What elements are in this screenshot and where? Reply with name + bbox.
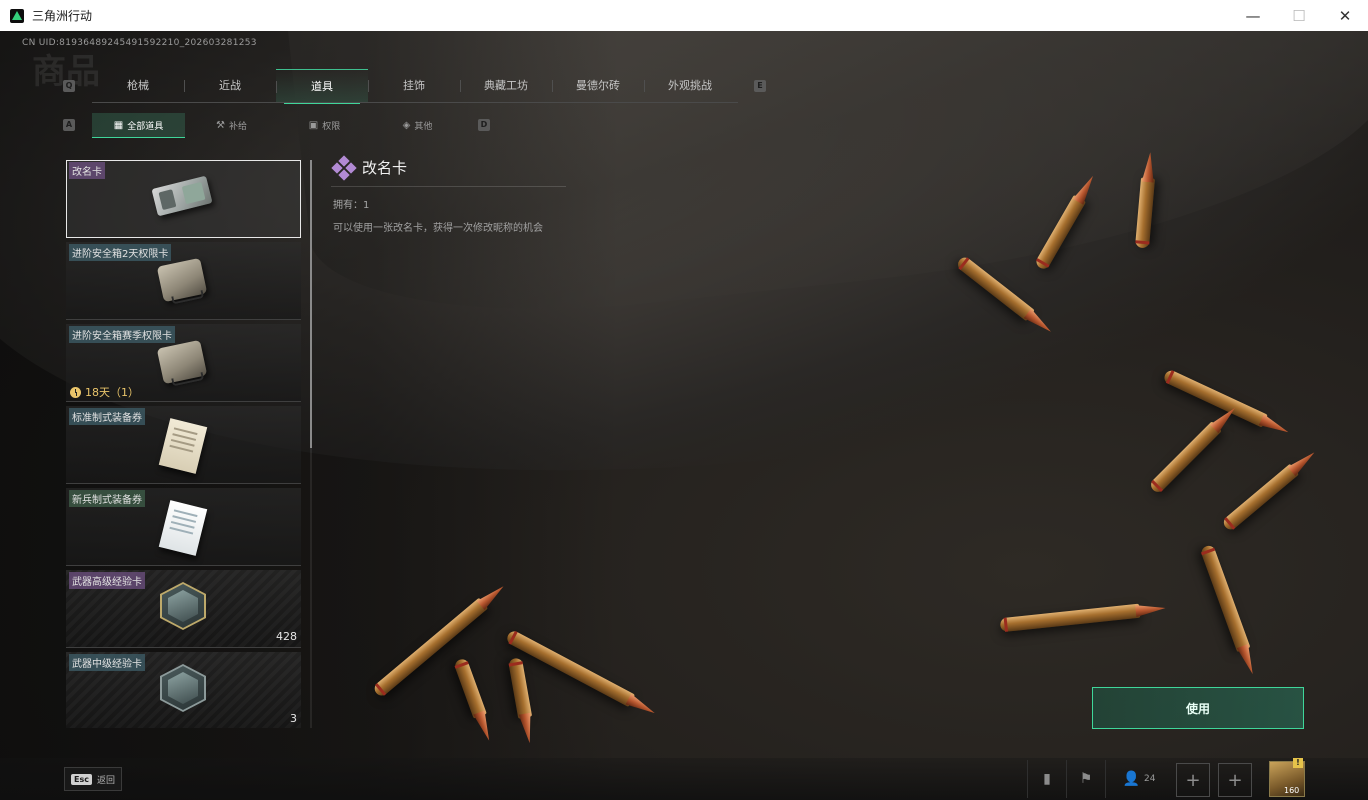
close-button[interactable]: ✕ bbox=[1322, 0, 1368, 31]
list-item-weapon-exp-intermediate[interactable]: 武器中级经验卡 3 bbox=[66, 652, 301, 728]
tab-pendants[interactable]: 挂饰 bbox=[368, 69, 460, 101]
permission-icon: ▣ bbox=[308, 119, 319, 131]
subtab-next-key-hint[interactable]: D bbox=[478, 119, 490, 131]
friends-button[interactable]: 👤 24 bbox=[1105, 760, 1172, 798]
item-name: 新兵制式装备券 bbox=[69, 490, 145, 507]
secure-case-icon bbox=[156, 257, 208, 303]
list-item-recruit-voucher[interactable]: 新兵制式装备券 bbox=[66, 488, 301, 566]
window-controls: — ☐ ✕ bbox=[1230, 0, 1368, 31]
subtab-supply[interactable]: ⚒ 补给 bbox=[185, 113, 278, 137]
plus-icon: + bbox=[1185, 769, 1201, 791]
item-name: 改名卡 bbox=[69, 162, 105, 179]
plus-icon: + bbox=[1227, 769, 1243, 791]
standard-voucher-icon bbox=[158, 418, 208, 474]
clock-icon bbox=[70, 386, 81, 398]
timer-text: 18天（1） bbox=[85, 386, 139, 399]
list-item-rename-card[interactable]: 改名卡 bbox=[66, 160, 301, 238]
item-name: 武器中级经验卡 bbox=[69, 654, 145, 671]
item-name: 武器高级经验卡 bbox=[69, 572, 145, 589]
maximize-button[interactable]: ☐ bbox=[1276, 0, 1322, 31]
supply-icon: ⚒ bbox=[216, 119, 225, 131]
bullet-decoration bbox=[1221, 463, 1299, 533]
avatar-notification-badge: ! bbox=[1293, 758, 1303, 768]
add-slot-button[interactable]: + bbox=[1218, 763, 1252, 797]
subtab-label: 其他 bbox=[414, 121, 433, 132]
subtab-label: 权限 bbox=[322, 121, 341, 132]
subtab-prev-key-hint[interactable]: A bbox=[63, 119, 75, 131]
list-item-secure-case-2day[interactable]: 进阶安全箱2天权限卡 bbox=[66, 242, 301, 320]
tab-prev-key-hint[interactable]: Q bbox=[63, 80, 75, 92]
grid-icon: ▦ bbox=[113, 119, 124, 131]
subtab-all-items[interactable]: ▦ 全部道具 bbox=[92, 113, 185, 138]
window-title: 三角洲行动 bbox=[32, 9, 93, 23]
detail-divider bbox=[331, 186, 566, 187]
detail-description: 可以使用一张改名卡，获得一次修改昵称的机会 bbox=[333, 223, 543, 234]
rename-card-icon bbox=[151, 175, 213, 217]
flag-icon: ⚑ bbox=[1079, 771, 1093, 787]
item-name: 进阶安全箱赛季权限卡 bbox=[69, 326, 175, 343]
subtab-permission[interactable]: ▣ 权限 bbox=[278, 113, 371, 137]
stats-button[interactable]: ▮ bbox=[1027, 760, 1066, 798]
main-tabs: 枪械 近战 道具 挂饰 典藏工坊 曼德尔砖 外观挑战 bbox=[92, 69, 738, 104]
tab-collection-workshop[interactable]: 典藏工坊 bbox=[460, 69, 552, 101]
tab-mandel-brick[interactable]: 曼德尔砖 bbox=[552, 69, 644, 101]
subtab-other[interactable]: ◈ 其他 bbox=[371, 113, 464, 137]
back-button[interactable]: Esc 返回 bbox=[64, 767, 122, 791]
detail-owned-count: 拥有：1 bbox=[333, 200, 370, 211]
use-button[interactable]: 使用 bbox=[1092, 687, 1304, 729]
list-scrollbar[interactable] bbox=[310, 160, 312, 448]
back-label: 返回 bbox=[96, 775, 115, 786]
tab-melee[interactable]: 近战 bbox=[184, 69, 276, 101]
list-item-weapon-exp-advanced[interactable]: 武器高级经验卡 428 bbox=[66, 570, 301, 648]
item-name: 标准制式装备券 bbox=[69, 408, 145, 425]
tab-next-key-hint[interactable]: E bbox=[754, 80, 766, 92]
tab-firearms[interactable]: 枪械 bbox=[92, 69, 184, 101]
friends-icon: 👤 bbox=[1122, 771, 1140, 787]
window-titlebar: 三角洲行动 — ☐ ✕ bbox=[0, 0, 1368, 32]
bullet-decoration bbox=[999, 603, 1141, 633]
minimize-button[interactable]: — bbox=[1230, 0, 1276, 31]
recruit-voucher-icon bbox=[158, 500, 208, 556]
tab-underline bbox=[92, 102, 738, 103]
flag-button[interactable]: ⚑ bbox=[1066, 760, 1105, 798]
esc-key-hint: Esc bbox=[71, 773, 92, 785]
tab-items[interactable]: 道具 bbox=[276, 69, 368, 104]
bullet-decoration bbox=[1162, 368, 1268, 428]
friends-count: 24 bbox=[1143, 774, 1156, 784]
bullet-decoration bbox=[1199, 543, 1251, 653]
subtab-label: 补给 bbox=[228, 121, 247, 132]
sub-tabs: ▦ 全部道具 ⚒ 补给 ▣ 权限 ◈ 其他 bbox=[92, 113, 464, 139]
bullet-decoration bbox=[1148, 421, 1222, 495]
add-slot-button[interactable]: + bbox=[1176, 763, 1210, 797]
other-icon: ◈ bbox=[402, 119, 411, 131]
avatar-level: 160 bbox=[1284, 786, 1300, 795]
item-count: 428 bbox=[276, 630, 297, 643]
timer-badge: 18天（1） bbox=[70, 384, 139, 400]
tab-appearance-challenge[interactable]: 外观挑战 bbox=[644, 69, 736, 101]
item-name: 进阶安全箱2天权限卡 bbox=[69, 244, 172, 261]
secure-case-icon bbox=[156, 339, 208, 385]
app-logo-icon bbox=[10, 8, 24, 23]
rarity-diamond-icon bbox=[331, 155, 357, 181]
bottom-toolbar: ▮ ⚑ 👤 24 + + bbox=[1027, 760, 1256, 798]
list-item-standard-voucher[interactable]: 标准制式装备券 bbox=[66, 406, 301, 484]
item-list: 改名卡 进阶安全箱2天权限卡 进阶安全箱赛季权限卡 标准制式装备券 新兵制式装备… bbox=[66, 160, 301, 728]
bar-chart-icon: ▮ bbox=[1043, 771, 1051, 787]
detail-title: 改名卡 bbox=[362, 159, 408, 177]
subtab-label: 全部道具 bbox=[127, 121, 164, 132]
item-count: 3 bbox=[290, 712, 297, 725]
